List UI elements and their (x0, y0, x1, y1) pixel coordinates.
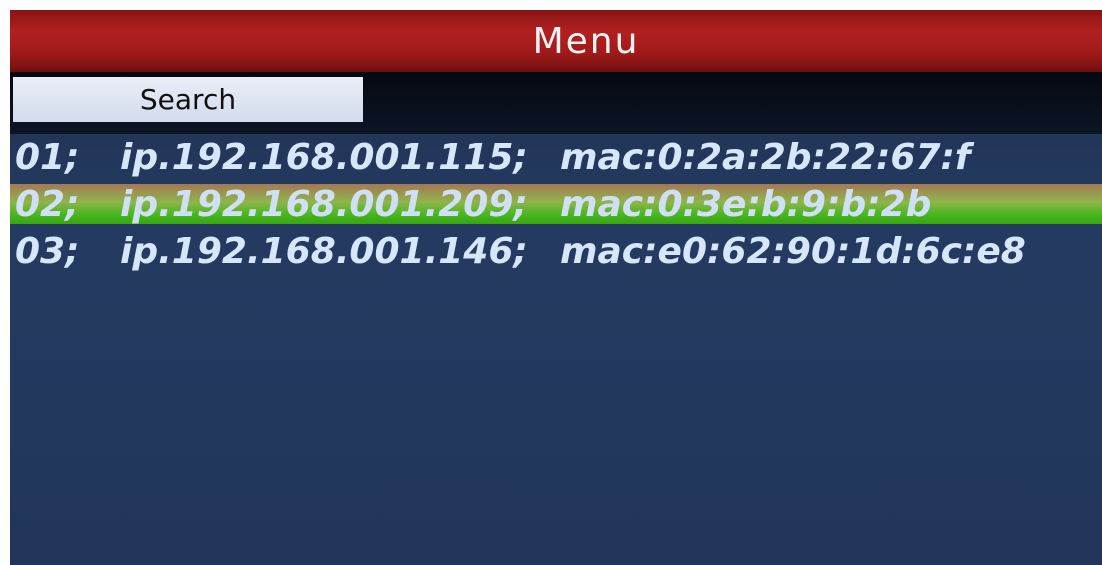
device-ip: ip.192.168.001.115; (120, 136, 528, 178)
device-mac: mac:0:3e:b:9:b:2b (560, 183, 932, 225)
device-mac: mac:e0:62:90:1d:6c:e8 (560, 230, 1026, 272)
toolbar: Search (10, 72, 1102, 134)
menu-title: Menu (532, 20, 640, 62)
device-row-selected[interactable]: 02; ip.192.168.001.209; mac:0:3e:b:9:b:2… (10, 183, 1102, 225)
device-screen: Menu Search 01; ip.192.168.001.115; mac:… (10, 10, 1102, 565)
device-ip: ip.192.168.001.146; (120, 230, 528, 272)
device-row[interactable]: 03; ip.192.168.001.146; mac:e0:62:90:1d:… (10, 228, 1102, 274)
device-list: 01; ip.192.168.001.115; mac:0:2a:2b:22:6… (10, 134, 1102, 274)
device-index: 02; (15, 183, 80, 225)
device-mac: mac:0:2a:2b:22:67:f (560, 136, 971, 178)
device-index: 03; (15, 230, 80, 272)
device-row[interactable]: 01; ip.192.168.001.115; mac:0:2a:2b:22:6… (10, 134, 1102, 180)
device-index: 01; (15, 136, 80, 178)
title-bar: Menu (10, 10, 1102, 72)
device-ip: ip.192.168.001.209; (120, 183, 528, 225)
search-tab[interactable]: Search (13, 77, 363, 122)
